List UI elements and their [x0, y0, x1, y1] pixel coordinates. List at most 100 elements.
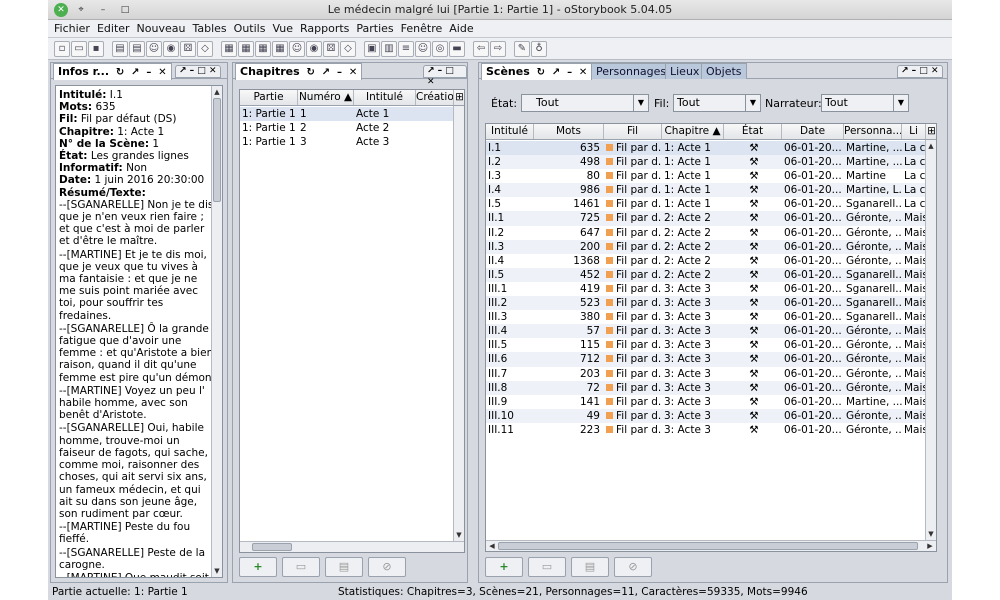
- delete-scene-button[interactable]: ⊘: [614, 557, 652, 577]
- scroll-down-icon[interactable]: ▼: [212, 566, 222, 576]
- undock-icon[interactable]: ↗: [131, 67, 139, 78]
- save-icon[interactable]: ▪: [88, 40, 104, 57]
- table-row[interactable]: 1: Partie 1 2 Acte 2: [240, 121, 464, 135]
- column-header[interactable]: Li: [902, 124, 926, 139]
- add-chapitre-button[interactable]: +: [239, 557, 277, 577]
- table-row[interactable]: III.3 380 Fil par d...3: Acte 3 ⚒ 06-01-20..…: [486, 310, 926, 324]
- tab-personnages[interactable]: Personnages: [591, 63, 672, 79]
- scenes-horizontal-scrollbar[interactable]: ◀ ▶: [486, 540, 936, 551]
- table-icon[interactable]: ▦: [272, 40, 288, 57]
- column-header[interactable]: Chapitre ▲: [662, 124, 724, 139]
- menu-outils[interactable]: Outils: [234, 20, 271, 37]
- list-icon[interactable]: ≡: [398, 40, 414, 57]
- scroll-thumb[interactable]: [498, 542, 918, 550]
- table-row[interactable]: III.2 523 Fil par d...3: Acte 3 ⚒ 06-01-20..…: [486, 296, 926, 311]
- calendar-icon[interactable]: ▣: [364, 40, 380, 57]
- table-row[interactable]: III.6 712 Fil par d...3: Acte 3 ⚒ 06-01-20..…: [486, 352, 926, 367]
- column-header[interactable]: Personna...: [844, 124, 902, 139]
- table-row[interactable]: I.3 80 Fil par d...1: Acte 1 ⚒ 06-01-20... Ma…: [486, 169, 926, 183]
- menu-rapports[interactable]: Rapports: [300, 20, 354, 37]
- table-row[interactable]: II.1 725 Fil par d...2: Acte 2 ⚒ 06-01-20...…: [486, 211, 926, 226]
- minimize-panel-icon[interactable]: –: [146, 67, 151, 78]
- scenes-vertical-scrollbar[interactable]: ▲ ▼: [925, 140, 936, 540]
- scroll-up-icon[interactable]: ▲: [926, 141, 936, 151]
- column-header[interactable]: Intitulé: [486, 124, 534, 139]
- menu-tables[interactable]: Tables: [192, 20, 231, 37]
- delete-chapitre-button[interactable]: ⊘: [368, 557, 406, 577]
- chapitres-horizontal-scrollbar[interactable]: [240, 541, 464, 552]
- column-header[interactable]: Date: [782, 124, 844, 139]
- spiral-icon[interactable]: ◎: [432, 40, 448, 57]
- table-icon[interactable]: ▦: [238, 40, 254, 57]
- panel-controls[interactable]: ↗ – □ ✕: [175, 65, 221, 78]
- menu-nouveau[interactable]: Nouveau: [137, 20, 191, 37]
- table-row[interactable]: III.8 72 Fil par d...3: Acte 3 ⚒ 06-01-20...…: [486, 380, 926, 395]
- arrow-left-icon[interactable]: ⇦: [473, 40, 489, 57]
- edit-scene-button[interactable]: ▭: [528, 557, 566, 577]
- scroll-right-icon[interactable]: ▶: [925, 541, 935, 551]
- column-selector-icon[interactable]: ⊞: [454, 90, 464, 105]
- panel-controls[interactable]: ↗ – □ ✕: [897, 65, 943, 78]
- column-header[interactable]: Mots: [534, 124, 604, 139]
- table-row[interactable]: III.11 223 Fil par d...3: Acte 3 ⚒ 06-01-20.…: [486, 423, 926, 437]
- column-header[interactable]: Numéro ▲: [298, 90, 354, 105]
- table-row[interactable]: III.1 419 Fil par d...3: Acte 3 ⚒ 06-01-20..…: [486, 282, 926, 296]
- undock-icon[interactable]: ↗: [322, 67, 330, 78]
- column-header[interactable]: Partie: [240, 90, 298, 105]
- refresh-icon[interactable]: ↻: [116, 67, 124, 78]
- column-header[interactable]: Création: [416, 90, 454, 105]
- table-row[interactable]: I.1 635 Fil par d...1: Acte 1 ⚒ 06-01-20... M…: [486, 141, 926, 156]
- new-file-icon[interactable]: ▫: [54, 40, 70, 57]
- column-selector-icon[interactable]: ⊞: [926, 124, 936, 139]
- open-folder-icon[interactable]: ▭: [71, 40, 87, 57]
- refresh-icon[interactable]: ↻: [307, 67, 315, 78]
- table-row[interactable]: 1: Partie 1 1 Acte 1: [240, 107, 464, 122]
- filter-etat-select[interactable]: Tout ▼: [521, 94, 649, 112]
- panel-controls[interactable]: ↗ – □ ✕: [423, 65, 467, 87]
- close-panel-icon[interactable]: ✕: [579, 67, 587, 78]
- minimize-panel-icon[interactable]: –: [337, 67, 342, 78]
- table-row[interactable]: III.5 115 Fil par d...3: Acte 3 ⚒ 06-01-20..…: [486, 338, 926, 352]
- filter-fil-select[interactable]: Tout ▼: [673, 94, 761, 112]
- scroll-down-icon[interactable]: ▼: [926, 529, 936, 539]
- table-row[interactable]: II.2 647 Fil par d...2: Acte 2 ⚒ 06-01-20...…: [486, 226, 926, 240]
- info-vertical-scrollbar[interactable]: ▲ ▼: [211, 86, 222, 577]
- tag-icon[interactable]: ◇: [197, 40, 213, 57]
- arrow-right-icon[interactable]: ⇨: [490, 40, 506, 57]
- tag-icon[interactable]: ◇: [340, 40, 356, 57]
- menu-aide[interactable]: Aide: [449, 20, 478, 37]
- add-scene-button[interactable]: +: [485, 557, 523, 577]
- scroll-thumb[interactable]: [213, 98, 221, 202]
- table-row[interactable]: II.5 452 Fil par d...2: Acte 2 ⚒ 06-01-20...…: [486, 267, 926, 282]
- person-icon[interactable]: ☺: [415, 40, 431, 57]
- edit-chapitre-button[interactable]: ▭: [282, 557, 320, 577]
- chapitres-vertical-scrollbar[interactable]: ▼: [453, 106, 464, 541]
- book-icon[interactable]: ▥: [381, 40, 397, 57]
- tab-infos[interactable]: Infos r... ↻ ↗ – ✕: [53, 63, 172, 80]
- table-row[interactable]: II.3 200 Fil par d...2: Acte 2 ⚒ 06-01-20...…: [486, 239, 926, 254]
- tab-objets[interactable]: Objets: [701, 63, 747, 79]
- document-icon[interactable]: ▤: [112, 40, 128, 57]
- table-row[interactable]: III.7 203 Fil par d...3: Acte 3 ⚒ 06-01-20..…: [486, 367, 926, 381]
- table-icon[interactable]: ▦: [221, 40, 237, 57]
- table-row[interactable]: III.4 57 Fil par d...3: Acte 3 ⚒ 06-01-20...…: [486, 324, 926, 339]
- close-panel-icon[interactable]: ✕: [349, 67, 357, 78]
- tab-chapitres[interactable]: Chapitres ↻ ↗ – ✕: [235, 63, 363, 80]
- globe-icon[interactable]: ◉: [163, 40, 179, 57]
- menu-editer[interactable]: Editer: [97, 20, 135, 37]
- document-icon[interactable]: ▤: [129, 40, 145, 57]
- scroll-down-icon[interactable]: ▼: [454, 530, 464, 540]
- table-row[interactable]: III.10 49 Fil par d...3: Acte 3 ⚒ 06-01-20..…: [486, 408, 926, 423]
- copy-scene-button[interactable]: ▤: [571, 557, 609, 577]
- table-row[interactable]: 1: Partie 1 3 Acte 3: [240, 135, 464, 149]
- column-header[interactable]: Intitulé: [354, 90, 416, 105]
- globe-icon[interactable]: ◉: [306, 40, 322, 57]
- table-row[interactable]: II.4 1368 Fil par d...2: Acte 2 ⚒ 06-01-20..…: [486, 254, 926, 268]
- dice-icon[interactable]: ⚄: [323, 40, 339, 57]
- refresh-icon[interactable]: ↻: [537, 67, 545, 78]
- menu-fenêtre[interactable]: Fenêtre: [401, 20, 448, 37]
- close-panel-icon[interactable]: ✕: [158, 67, 166, 78]
- bulb-icon[interactable]: ♁: [531, 40, 547, 57]
- scroll-left-icon[interactable]: ◀: [487, 541, 497, 551]
- person-icon[interactable]: ☺: [289, 40, 305, 57]
